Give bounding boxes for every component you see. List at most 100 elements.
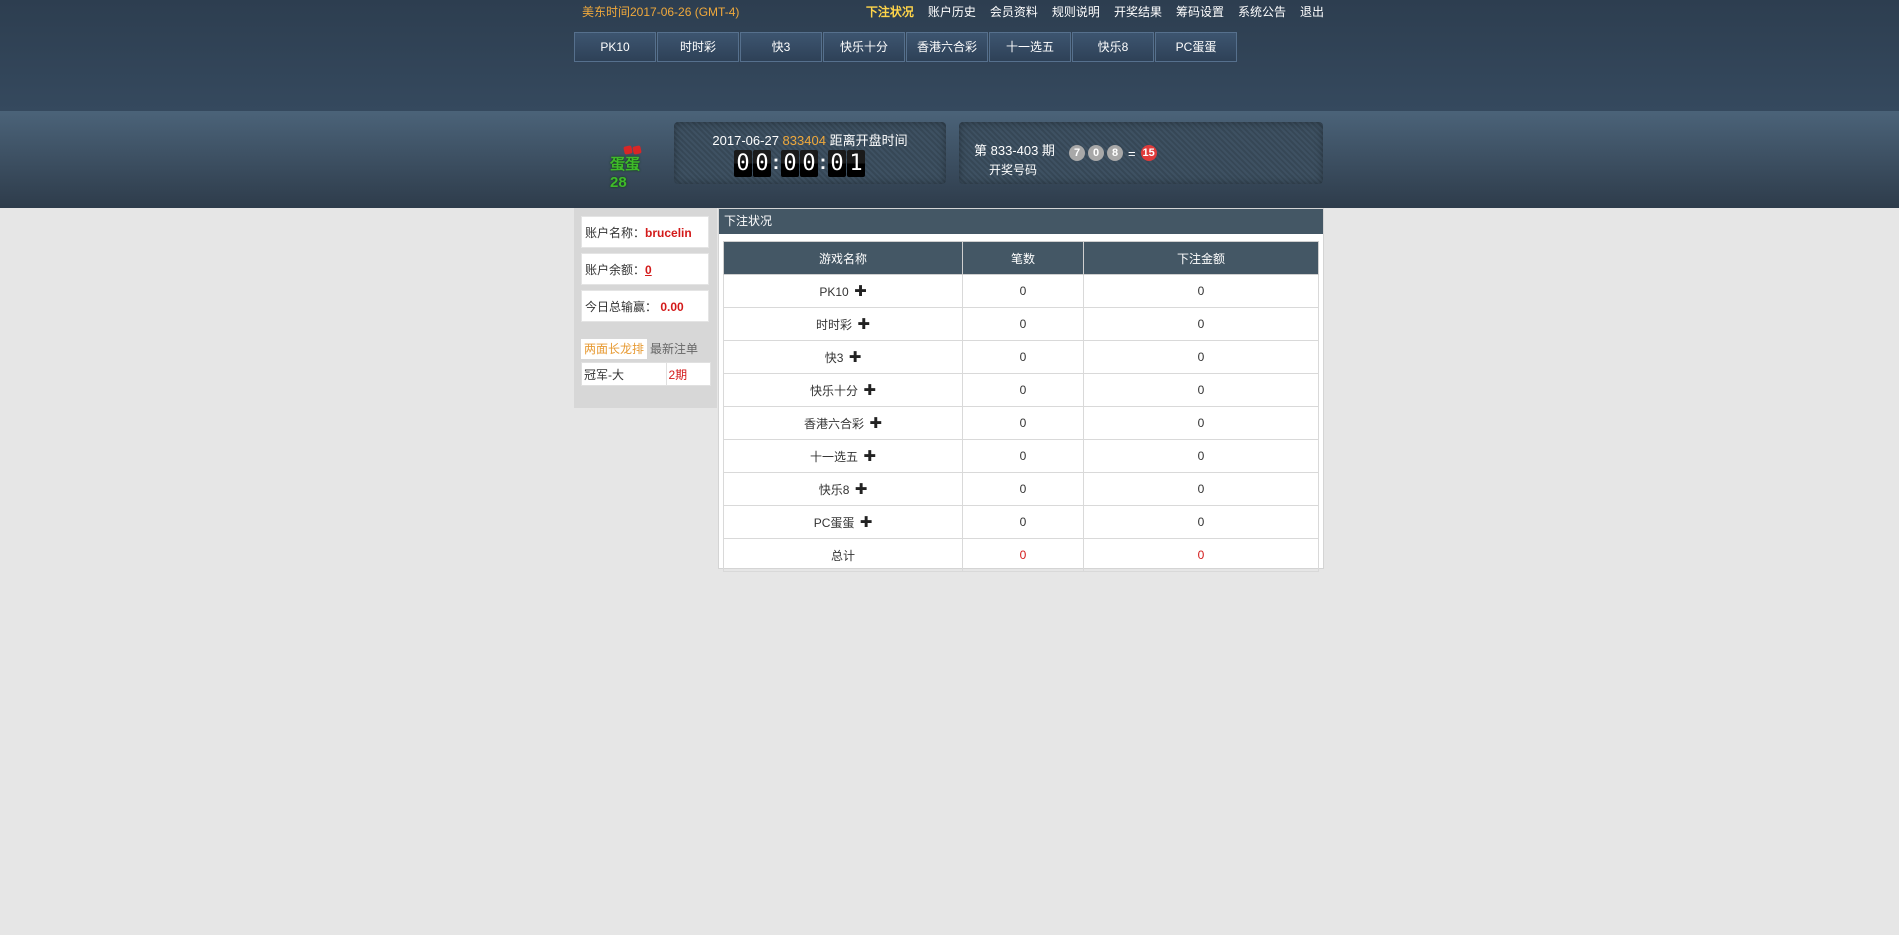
result-label: 开奖号码 <box>989 163 1038 177</box>
table-row: 冠军-大 2期 <box>581 362 711 386</box>
countdown-title: 2017-06-27 833404 距离开盘时间 <box>674 130 946 149</box>
count-cell: 0 <box>962 439 1084 473</box>
game-name: 快乐十分 <box>810 384 859 398</box>
game-tabs: PK10 时时彩 快3 快乐十分 香港六合彩 十一选五 快乐8 PC蛋蛋 <box>574 32 1238 62</box>
tab-kuaile8[interactable]: 快乐8 <box>1072 32 1154 62</box>
col-amount: 下注金额 <box>1083 241 1319 275</box>
balance-label: 账户余额： <box>585 263 646 277</box>
total-amount: 0 <box>1083 538 1319 572</box>
game-name-cell: 时时彩 ✚ <box>723 307 963 341</box>
countdown-box: 2017-06-27 833404 距离开盘时间 0 0 : 0 0 : 0 1 <box>674 122 946 184</box>
countdown-digit: 0 <box>800 150 818 177</box>
expand-plus-icon[interactable]: ✚ <box>863 382 876 399</box>
col-count: 笔数 <box>962 241 1084 275</box>
tab-latest-bets[interactable]: 最新注单 <box>647 339 701 359</box>
profit-label: 今日总输赢： <box>585 300 658 314</box>
total-label: 总计 <box>723 538 963 572</box>
table-row: PC蛋蛋 ✚ 0 0 <box>723 505 1319 539</box>
last-result-box: 第 833-403 期 开奖号码 7 0 8 = 15 <box>959 122 1323 184</box>
dragon-periods: 2期 <box>665 362 711 386</box>
panel-title: 下注状况 <box>719 209 1323 234</box>
amount-cell: 0 <box>1083 406 1319 440</box>
table-row: 快乐十分 ✚ 0 0 <box>723 373 1319 407</box>
result-ball: 8 <box>1107 145 1123 161</box>
result-ball: 0 <box>1088 145 1104 161</box>
amount-cell: 0 <box>1083 439 1319 473</box>
dragon-table: 冠军-大 2期 <box>581 362 711 386</box>
top-bar-inner: 美东时间2017-06-26 (GMT-4) 下注状况 账户历史 会员资料 规则… <box>574 0 1324 111</box>
count-cell: 0 <box>962 505 1084 539</box>
game-name-cell: PC蛋蛋 ✚ <box>723 505 963 539</box>
total-count: 0 <box>962 538 1084 572</box>
expand-plus-icon[interactable]: ✚ <box>863 448 876 465</box>
expand-plus-icon[interactable]: ✚ <box>860 514 873 531</box>
nav-member-info[interactable]: 会员资料 <box>990 3 1038 20</box>
nav-rules[interactable]: 规则说明 <box>1052 3 1100 20</box>
nav-bet-status[interactable]: 下注状况 <box>866 3 914 20</box>
nav-account-history[interactable]: 账户历史 <box>928 3 976 20</box>
account-name-row: 账户名称：brucelin <box>581 216 709 248</box>
tab-kuaile-shifen[interactable]: 快乐十分 <box>823 32 905 62</box>
game-name-cell: 快乐8 ✚ <box>723 472 963 506</box>
equals-sign: = <box>1128 145 1136 161</box>
col-game-name: 游戏名称 <box>723 241 963 275</box>
table-row: 时时彩 ✚ 0 0 <box>723 307 1319 341</box>
eastern-time-label: 美东时间2017-06-26 (GMT-4) <box>582 5 740 19</box>
expand-plus-icon[interactable]: ✚ <box>855 481 868 498</box>
expand-plus-icon[interactable]: ✚ <box>869 415 882 432</box>
lottery-banner <box>0 111 1899 208</box>
amount-cell: 0 <box>1083 274 1319 308</box>
countdown-colon: : <box>819 152 827 174</box>
bet-status-panel: 下注状况 游戏名称 笔数 下注金额 PK10 ✚ 0 0 时时彩 ✚ 0 0 快… <box>718 208 1324 572</box>
tab-shishicai[interactable]: 时时彩 <box>657 32 739 62</box>
current-issue: 833404 <box>782 133 826 148</box>
result-sum-ball: 15 <box>1140 145 1157 161</box>
game-logo: 蛋蛋28 <box>610 143 656 191</box>
balance-link[interactable]: 0 <box>645 263 652 277</box>
bet-status-table: 游戏名称 笔数 下注金额 PK10 ✚ 0 0 时时彩 ✚ 0 0 快3 ✚ 0… <box>723 241 1319 572</box>
tab-kuai3[interactable]: 快3 <box>740 32 822 62</box>
expand-plus-icon[interactable]: ✚ <box>854 283 867 300</box>
count-cell: 0 <box>962 472 1084 506</box>
result-issue: 第 833-403 期 <box>974 143 1055 158</box>
account-name-value: brucelin <box>645 226 692 240</box>
countdown-digit: 0 <box>781 150 799 177</box>
countdown-colon: : <box>772 152 780 174</box>
tab-pk10[interactable]: PK10 <box>574 32 656 62</box>
table-row: PK10 ✚ 0 0 <box>723 274 1319 308</box>
countdown-digit: 0 <box>734 150 752 177</box>
countdown-digit: 0 <box>753 150 771 177</box>
tab-11-choose-5[interactable]: 十一选五 <box>989 32 1071 62</box>
nav-chip-settings[interactable]: 筹码设置 <box>1176 3 1224 20</box>
table-row: 香港六合彩 ✚ 0 0 <box>723 406 1319 440</box>
profit-value: 0.00 <box>660 300 684 314</box>
count-cell: 0 <box>962 274 1084 308</box>
nav-logout[interactable]: 退出 <box>1300 3 1324 20</box>
expand-plus-icon[interactable]: ✚ <box>849 349 862 366</box>
tab-dragon-ranking[interactable]: 两面长龙排 <box>581 339 648 359</box>
total-row: 总计 0 0 <box>723 538 1319 572</box>
countdown-label: 距离开盘时间 <box>829 133 908 148</box>
account-sidebar: 账户名称：brucelin 账户余额：0 今日总输赢： 0.00 两面长龙排 最… <box>574 208 717 408</box>
nav-announcements[interactable]: 系统公告 <box>1238 3 1286 20</box>
tab-pc-dandan[interactable]: PC蛋蛋 <box>1155 32 1237 62</box>
expand-plus-icon[interactable]: ✚ <box>857 316 870 333</box>
result-balls: 7 0 8 = 15 <box>1069 145 1160 161</box>
nav-draw-results[interactable]: 开奖结果 <box>1114 3 1162 20</box>
game-name-cell: 香港六合彩 ✚ <box>723 406 963 440</box>
game-name: 时时彩 <box>816 318 853 332</box>
game-name: 快3 <box>824 351 844 365</box>
table-header-row: 游戏名称 笔数 下注金额 <box>723 241 1319 275</box>
account-name-label: 账户名称： <box>585 226 646 240</box>
dragon-name: 冠军-大 <box>581 362 667 386</box>
sidebar-tabs: 两面长龙排 最新注单 <box>581 339 701 359</box>
amount-cell: 0 <box>1083 472 1319 506</box>
game-name: 十一选五 <box>810 450 859 464</box>
game-name: 香港六合彩 <box>804 417 865 431</box>
top-nav: 下注状况 账户历史 会员资料 规则说明 开奖结果 筹码设置 系统公告 退出 <box>866 3 1324 20</box>
amount-cell: 0 <box>1083 373 1319 407</box>
count-cell: 0 <box>962 373 1084 407</box>
tab-hk-mark-six[interactable]: 香港六合彩 <box>906 32 988 62</box>
game-name-cell: 十一选五 ✚ <box>723 439 963 473</box>
table-row: 快乐8 ✚ 0 0 <box>723 472 1319 506</box>
